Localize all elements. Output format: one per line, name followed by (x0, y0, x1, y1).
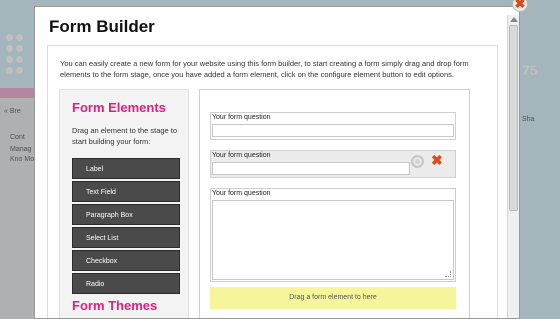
element-label[interactable]: Label (72, 158, 180, 179)
modal-content: You can easily create a new form for you… (47, 45, 498, 318)
resize-grip-icon[interactable] (445, 271, 451, 277)
stage-text-field[interactable]: Your form question (210, 112, 456, 140)
form-elements-title: Form Elements (72, 100, 166, 115)
scroll-up-arrow-icon[interactable] (510, 17, 518, 22)
form-stage: Your form question Your form question ✖ … (199, 89, 470, 318)
field-tools: ✖ (411, 152, 447, 169)
form-themes-title: Form Themes (72, 298, 158, 313)
form-elements-panel: Form Elements Drag an element to the sta… (59, 89, 189, 318)
form-elements-description: Drag an element to the stage to start bu… (72, 126, 178, 146)
element-radio[interactable]: Radio (72, 273, 180, 294)
paragraph-textarea[interactable] (212, 200, 454, 280)
configure-gear-icon[interactable] (411, 155, 424, 168)
form-builder-modal: Form Builder You can easily create a new… (34, 6, 520, 319)
stage-paragraph-field[interactable]: Your form question (210, 188, 456, 282)
field-question-label: Your form question (212, 190, 271, 197)
element-checkbox[interactable]: Checkbox (72, 250, 180, 271)
modal-title: Form Builder (49, 17, 155, 36)
text-input[interactable] (212, 124, 454, 137)
element-text-field[interactable]: Text Field (72, 181, 180, 202)
stage-text-field-selected[interactable]: Your form question ✖ (210, 150, 456, 178)
drop-zone[interactable]: Drag a form element to here (210, 287, 456, 309)
field-question-label: Your form question (212, 152, 271, 159)
delete-x-icon[interactable]: ✖ (431, 152, 443, 168)
intro-text: You can easily create a new form for you… (60, 59, 469, 79)
element-select-list[interactable]: Select List (72, 227, 180, 248)
element-paragraph-box[interactable]: Paragraph Box (72, 204, 180, 225)
element-list: Label Text Field Paragraph Box Select Li… (72, 158, 180, 296)
modal-scrollbar[interactable] (507, 15, 519, 318)
scroll-thumb[interactable] (509, 25, 518, 211)
field-question-label: Your form question (212, 114, 271, 121)
text-input[interactable] (212, 162, 410, 175)
